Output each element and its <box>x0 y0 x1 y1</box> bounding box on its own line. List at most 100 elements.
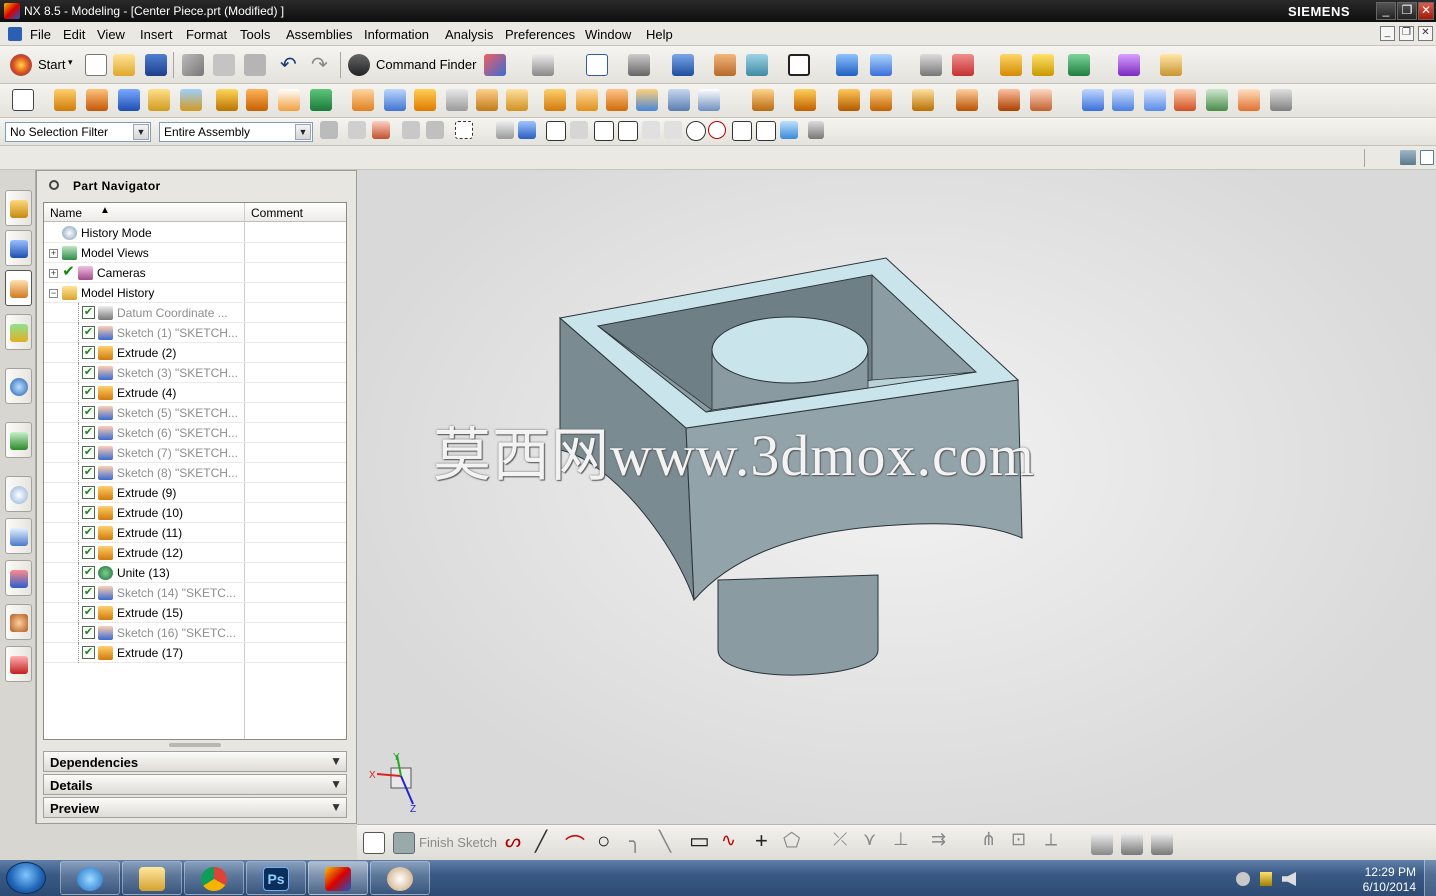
extrude-icon[interactable] <box>54 89 76 111</box>
make-corner-icon[interactable]: ⊥ <box>893 829 909 850</box>
view-tile-icon[interactable] <box>1400 150 1416 165</box>
offset-curve-icon[interactable]: ⇉ <box>931 829 946 850</box>
tray-flag-icon[interactable] <box>1260 872 1272 886</box>
tree-row[interactable]: ✔ Extrude (10) <box>44 503 346 523</box>
line-icon[interactable]: ╱ <box>535 829 547 854</box>
manufacturing-wizards-tab[interactable] <box>5 560 32 596</box>
quick-pick-icon[interactable] <box>808 121 824 139</box>
show-desktop-button[interactable] <box>1424 860 1436 896</box>
snap-point-on-curve-icon[interactable] <box>756 121 776 141</box>
pin-icon[interactable] <box>49 180 59 190</box>
hd3d-tools-tab[interactable] <box>5 368 32 404</box>
tree-row[interactable]: − Model History <box>44 283 346 303</box>
visibility-checkbox[interactable]: ✔ <box>82 586 95 599</box>
analysis-icon[interactable] <box>1000 54 1022 76</box>
visibility-checkbox[interactable]: ✔ <box>82 386 95 399</box>
taskbar-internet-explorer[interactable] <box>60 861 120 895</box>
general-selection-filter-icon[interactable] <box>320 121 338 139</box>
dependencies-panel-header[interactable]: Dependencies ▼ <box>43 751 347 772</box>
minimize-button[interactable]: _ <box>1376 2 1396 20</box>
trimmed-sheet-icon[interactable] <box>1238 89 1260 111</box>
constraint-navigator-tab[interactable] <box>5 230 32 266</box>
split-body-icon[interactable] <box>794 89 816 111</box>
mirror-curve-icon[interactable]: ⋔ <box>981 829 996 850</box>
tree-row[interactable]: ✔ Unite (13) <box>44 563 346 583</box>
polygon-icon[interactable]: ⬠ <box>783 828 800 853</box>
new-icon[interactable] <box>85 54 107 76</box>
tree-row[interactable]: ✔ Sketch (5) "SKETCH... <box>44 403 346 423</box>
reuse-library-tab[interactable] <box>5 314 32 350</box>
tree-row[interactable]: ✔ Sketch (6) "SKETCH... <box>44 423 346 443</box>
tree-row[interactable]: History Mode <box>44 223 346 243</box>
studio-spline-icon[interactable]: ∿ <box>721 830 736 851</box>
geometric-constraints-icon[interactable]: ⟂ <box>1045 829 1057 850</box>
background-icon[interactable] <box>788 54 810 76</box>
doc-minimize-button[interactable]: _ <box>1380 26 1395 41</box>
snap-intersection-icon[interactable] <box>664 121 682 139</box>
model-canvas[interactable]: X Y Z <box>357 170 1436 824</box>
tray-network-icon[interactable] <box>1236 872 1250 886</box>
offset-face-icon[interactable] <box>838 89 860 111</box>
open-icon[interactable] <box>113 54 135 76</box>
chevron-down-icon[interactable]: ▼ <box>133 124 149 140</box>
start-dropdown-icon[interactable]: ▾ <box>68 57 73 68</box>
copy-icon[interactable] <box>213 54 235 76</box>
close-button[interactable]: ✕ <box>1418 2 1434 20</box>
save-icon[interactable] <box>145 54 167 76</box>
tree-row[interactable]: + ✔ Cameras <box>44 263 346 283</box>
snap-view-icon[interactable] <box>1068 54 1090 76</box>
windows-start-button[interactable] <box>6 862 46 894</box>
finish-sketch-label[interactable]: Finish Sketch <box>419 835 497 850</box>
menu-analysis[interactable]: Analysis <box>445 27 493 42</box>
revolve-icon[interactable] <box>86 89 108 111</box>
selection-scope-dropdown[interactable]: Entire Assembly ▼ <box>159 122 313 142</box>
wave-geometry-linker-icon[interactable] <box>920 54 942 76</box>
taskbar-nx[interactable] <box>308 861 368 895</box>
select-within-icon[interactable] <box>402 121 420 139</box>
snap-midpoint-icon[interactable] <box>618 121 638 141</box>
hole-icon[interactable] <box>118 89 140 111</box>
tree-row[interactable]: ✔ Sketch (16) "SKETC... <box>44 623 346 643</box>
subtract-icon[interactable] <box>506 89 528 111</box>
chevron-down-icon[interactable]: ▼ <box>330 754 342 768</box>
tree-row[interactable]: ✔ Sketch (3) "SKETCH... <box>44 363 346 383</box>
grid-icon[interactable] <box>1118 54 1140 76</box>
move-component-icon[interactable] <box>836 54 858 76</box>
visibility-checkbox[interactable]: ✔ <box>82 506 95 519</box>
visibility-checkbox[interactable]: ✔ <box>82 526 95 539</box>
paste-icon[interactable] <box>244 54 266 76</box>
sew-icon[interactable] <box>1174 89 1196 111</box>
doc-close-button[interactable]: ✕ <box>1418 26 1433 41</box>
pattern-feature-icon[interactable] <box>668 89 690 111</box>
convert-reference-icon[interactable] <box>1151 833 1173 855</box>
sketch-icon[interactable] <box>363 832 385 854</box>
shell-icon[interactable] <box>606 89 628 111</box>
visibility-checkbox[interactable]: ✔ <box>82 466 95 479</box>
section-icon[interactable] <box>1032 54 1054 76</box>
menu-information[interactable]: Information <box>364 27 429 42</box>
point-icon[interactable] <box>310 89 332 111</box>
resize-face-icon[interactable] <box>998 89 1020 111</box>
edge-blend-icon[interactable] <box>544 89 566 111</box>
arc-icon[interactable]: ⌒ <box>565 829 585 858</box>
taskbar-file-explorer[interactable] <box>122 861 182 895</box>
touch-mode-icon[interactable] <box>484 54 506 76</box>
visibility-checkbox[interactable]: ✔ <box>82 306 95 319</box>
menu-window[interactable]: Window <box>585 27 631 42</box>
expand-icon[interactable]: + <box>49 269 58 278</box>
work-layer-icon[interactable] <box>746 54 768 76</box>
redo-icon[interactable]: ↷ <box>311 52 328 77</box>
datum-axis-icon[interactable] <box>246 89 268 111</box>
undo-icon[interactable]: ↶ <box>280 52 297 77</box>
body-select-icon[interactable] <box>496 121 514 139</box>
column-header-comment[interactable]: Comment <box>245 203 346 222</box>
visibility-checkbox[interactable]: ✔ <box>82 446 95 459</box>
maximize-button[interactable]: ❐ <box>1397 2 1417 20</box>
thicken-icon[interactable] <box>1206 89 1228 111</box>
deselect-all-icon[interactable] <box>348 121 366 139</box>
snap-arc-center-icon[interactable] <box>686 121 706 141</box>
chamfer-icon[interactable] <box>576 89 598 111</box>
render-style-icon[interactable] <box>628 54 650 76</box>
visibility-checkbox[interactable]: ✔ <box>82 366 95 379</box>
snap-control-point-icon[interactable] <box>642 121 660 139</box>
